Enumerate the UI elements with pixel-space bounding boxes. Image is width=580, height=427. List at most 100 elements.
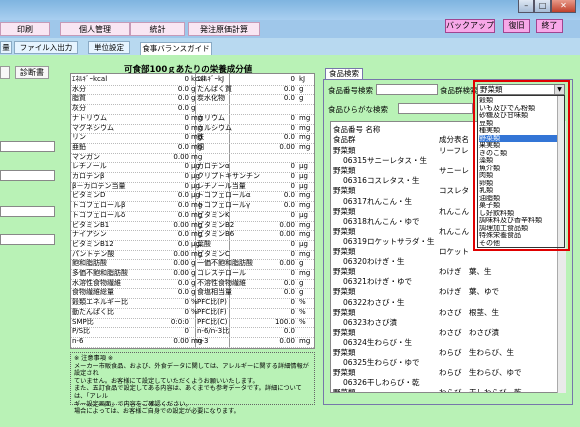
subtab-amount[interactable]: 量 bbox=[0, 41, 12, 54]
dropdown-option[interactable]: 果実類 bbox=[479, 142, 557, 150]
maximize-icon[interactable]: □ bbox=[534, 0, 551, 13]
left-field-4[interactable] bbox=[0, 234, 55, 245]
list-item[interactable]: 野菜類 わけぎ 葉、ゆで bbox=[331, 287, 551, 297]
list-item[interactable]: 野菜類 わさび 根茎、生 bbox=[331, 308, 551, 318]
dropdown-scrollbar[interactable] bbox=[557, 96, 564, 247]
nutrient-name: 穀類エネルギー比 bbox=[72, 298, 128, 307]
list-item[interactable]: 06326 干しわらび・乾 bbox=[331, 378, 551, 388]
food-group-dropdown[interactable]: 穀類 いも及びでん粉類 砂糖及び甘味類 豆類 種実類 野菜類 果実類 きのこ類 藻類 魚介類 肉類卵… bbox=[477, 95, 565, 248]
food-hiragana-search-input[interactable] bbox=[398, 103, 473, 114]
dropdown-option[interactable]: 野菜類 bbox=[479, 134, 557, 143]
menu-tab-order-cost[interactable]: 発注原価計算 bbox=[188, 22, 260, 36]
result-number: 06323 bbox=[343, 317, 367, 327]
dropdown-option[interactable]: 菓子類 bbox=[479, 202, 557, 210]
list-item[interactable]: 06323 わさび漬 bbox=[331, 318, 551, 328]
list-item[interactable]: 野菜類 わらび 干しわらび、乾 bbox=[331, 388, 551, 392]
dropdown-option[interactable]: 油脂類 bbox=[479, 195, 557, 203]
dropdown-option[interactable]: 特殊栄養食品 bbox=[479, 232, 557, 240]
food-group-select[interactable]: 野菜類 ▼ bbox=[477, 84, 565, 95]
nutrient-value: 0.0 bbox=[283, 191, 295, 200]
nutrient-name: ビタミンD bbox=[72, 191, 106, 200]
subtab-file-io[interactable]: ファイル入出力 bbox=[14, 41, 78, 54]
menu-tab-print[interactable]: 印刷 bbox=[0, 22, 50, 36]
nutrient-value: 0.0 bbox=[177, 230, 189, 239]
list-item[interactable]: 野菜類 わけぎ 葉、生 bbox=[331, 267, 551, 277]
dropdown-option[interactable]: し好飲料類 bbox=[479, 210, 557, 218]
dropdown-option[interactable]: その他 bbox=[479, 240, 557, 248]
dropdown-option[interactable]: きのこ類 bbox=[479, 150, 557, 158]
nutrient-name: 飽和脂肪酸 bbox=[72, 259, 107, 268]
subtab-unit-settings[interactable]: 単位設定 bbox=[88, 41, 130, 54]
result-group: 野菜類 bbox=[333, 287, 356, 297]
restore-button[interactable]: 復旧 bbox=[503, 19, 530, 33]
nutrient-value: 0.00 bbox=[173, 259, 189, 268]
minimize-icon[interactable]: – bbox=[518, 0, 535, 13]
nutrient-name: クリプトキサンチン bbox=[197, 172, 260, 180]
dropdown-option[interactable]: 砂糖及び甘味類 bbox=[479, 112, 557, 120]
nutrient-value: 0.00 bbox=[173, 336, 189, 345]
notes-title: ※ 注意事項 ※ bbox=[74, 355, 114, 362]
result-number: 06315 bbox=[343, 156, 367, 166]
list-item[interactable]: 06321 わけぎ・ゆで bbox=[331, 277, 551, 287]
food-number-search-label: 食品番号検索 bbox=[328, 86, 373, 95]
list-item[interactable]: 野菜類 わさび わさび漬 bbox=[331, 328, 551, 338]
subtab-balance-guide[interactable]: 食事バランスガイド bbox=[140, 42, 212, 55]
backup-button[interactable]: バックアップ bbox=[445, 19, 495, 33]
dropdown-option[interactable]: 藻類 bbox=[479, 157, 557, 165]
nutrient-value: 0:0:0 bbox=[170, 317, 189, 326]
result-group: 野菜類 bbox=[333, 348, 356, 357]
nutrient-unit: g bbox=[299, 84, 304, 93]
nutrient-name: リン bbox=[72, 133, 86, 142]
result-ingredient: わけぎ 葉、ゆで bbox=[439, 287, 499, 297]
nutrient-name: パントテン酸 bbox=[72, 249, 115, 258]
nutrient-value: 0 bbox=[290, 172, 295, 180]
nutrient-unit: mg bbox=[191, 152, 203, 161]
nutrient-name: コレステロール bbox=[197, 269, 246, 277]
left-cut-button[interactable] bbox=[0, 66, 10, 79]
notes-line: 場合によっては、お客様ご自身での設定が必要になります。 bbox=[74, 408, 240, 416]
list-item[interactable]: 06324 生わらび・生 bbox=[331, 338, 551, 348]
food-group-search-label: 食品群検索 bbox=[440, 86, 478, 95]
left-field-2[interactable] bbox=[0, 170, 55, 181]
diagnosis-button[interactable]: 診断書 bbox=[15, 66, 49, 79]
dropdown-option[interactable]: 豆類 bbox=[479, 120, 557, 128]
dropdown-option[interactable]: 卵類 bbox=[479, 180, 557, 188]
result-number: 06325 bbox=[343, 358, 367, 368]
nutrient-name: ｴﾈﾙｷﾞｰkcal bbox=[72, 75, 108, 83]
list-item[interactable]: 06320 わけぎ・生 bbox=[331, 257, 551, 267]
list-item[interactable]: 06322 わさび・生 bbox=[331, 298, 551, 308]
nutrient-unit: % bbox=[299, 317, 306, 326]
dropdown-option[interactable]: 乳類 bbox=[479, 187, 557, 195]
menu-tab-stats[interactable]: 統計 bbox=[130, 22, 185, 36]
nutrient-name: P/S比 bbox=[72, 327, 91, 336]
dropdown-option[interactable]: 種実類 bbox=[479, 127, 557, 135]
list-item[interactable]: 06325 生わらび・ゆで bbox=[331, 358, 551, 368]
nutrient-value: 0.0 bbox=[283, 278, 295, 287]
food-number-search-input[interactable] bbox=[376, 84, 438, 95]
food-search-tab[interactable]: 食品検索 bbox=[325, 68, 363, 79]
left-field-1[interactable] bbox=[0, 141, 55, 152]
nutrient-name: レチノール bbox=[72, 162, 107, 171]
dropdown-option[interactable]: 魚介類 bbox=[479, 165, 557, 173]
result-group: 野菜類 bbox=[333, 368, 356, 378]
left-field-3[interactable] bbox=[0, 206, 55, 217]
dropdown-option[interactable]: 肉類 bbox=[479, 172, 557, 180]
list-item[interactable]: 野菜類 わらび 生わらび、ゆで bbox=[331, 368, 551, 378]
close-icon[interactable]: ✕ bbox=[550, 0, 576, 13]
dropdown-option[interactable]: 調味料及び香辛料類 bbox=[479, 217, 557, 225]
nutrient-value: 0.0 bbox=[283, 94, 295, 103]
dropdown-option[interactable]: 穀類 bbox=[479, 97, 557, 105]
list-item[interactable]: 野菜類 わらび 生わらび、生 bbox=[331, 348, 551, 358]
nutrient-name: 灰分 bbox=[72, 104, 86, 113]
nutrient-name: 動たんぱく比 bbox=[72, 307, 114, 316]
dropdown-option[interactable]: いも及びでん粉類 bbox=[479, 105, 557, 113]
nutrient-value: 0 bbox=[290, 123, 295, 132]
result-group: 野菜類 bbox=[333, 307, 356, 317]
chevron-down-icon[interactable]: ▼ bbox=[554, 85, 564, 94]
menu-tab-personal[interactable]: 個人管理 bbox=[60, 22, 130, 36]
exit-button[interactable]: 終了 bbox=[536, 19, 563, 33]
dropdown-option[interactable]: 調理加工食品類 bbox=[479, 225, 557, 233]
nutrient-value: 0.0 bbox=[177, 278, 189, 287]
result-name: 生わらび・生 bbox=[367, 337, 412, 347]
nutrient-name: 亜鉛 bbox=[72, 142, 86, 151]
